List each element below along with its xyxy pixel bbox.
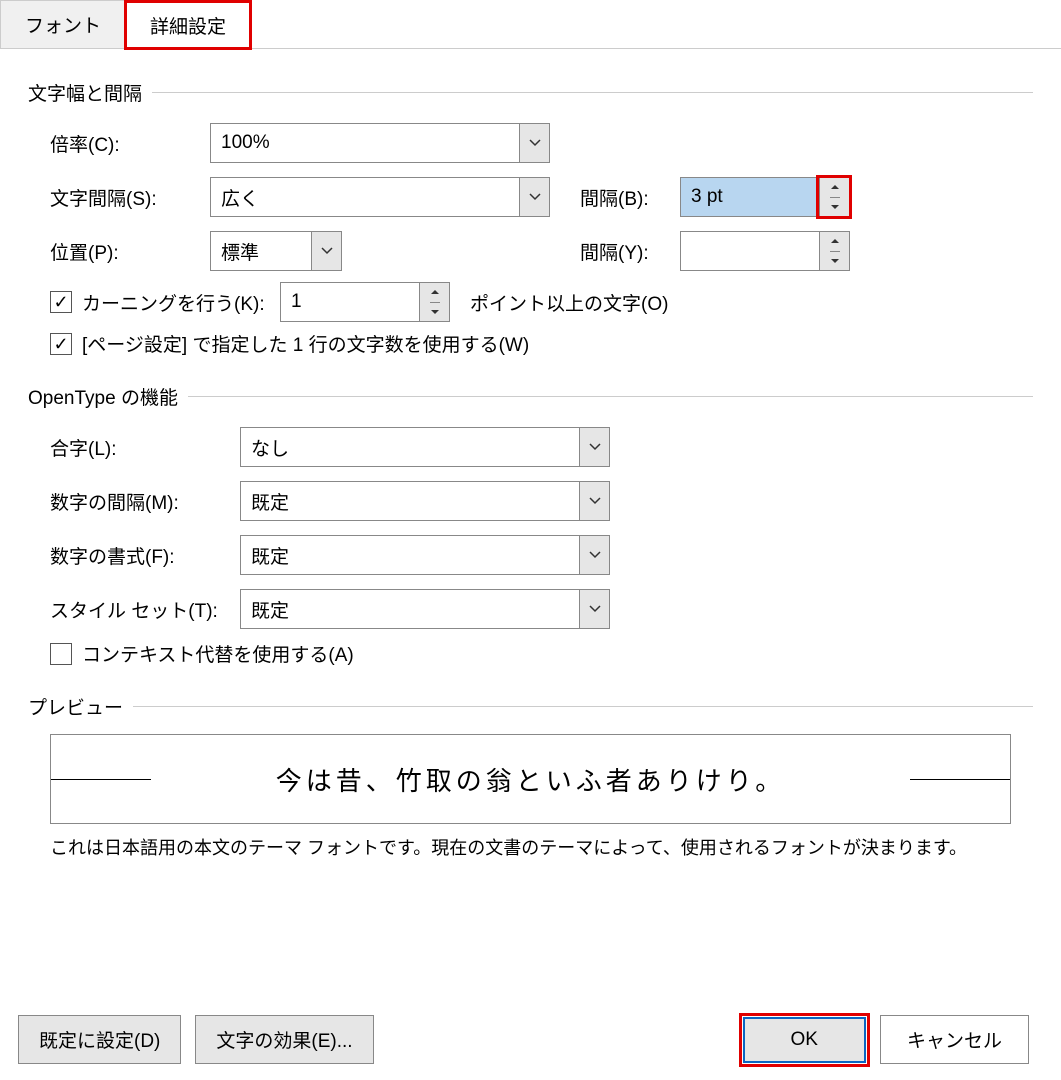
chevron-down-icon[interactable] [519, 178, 549, 216]
by-b-spinner[interactable]: 3 pt [680, 177, 850, 217]
position-label: 位置(P): [50, 238, 210, 265]
kerning-checkbox[interactable] [50, 291, 72, 313]
cancel-button[interactable]: キャンセル [880, 1015, 1029, 1064]
number-spacing-label: 数字の間隔(M): [50, 488, 240, 515]
spacing-combo[interactable]: 広く [210, 177, 550, 217]
number-form-combo[interactable]: 既定 [240, 535, 610, 575]
tab-advanced[interactable]: 詳細設定 [125, 1, 251, 49]
font-dialog: フォント 詳細設定 文字幅と間隔 倍率(C): 100% 文字間隔(S): 広く… [0, 0, 1061, 1080]
spinner-down-icon[interactable] [830, 198, 840, 217]
preview-box: 今は昔、竹取の翁といふ者ありけり。 [50, 734, 1011, 824]
ligatures-combo[interactable]: なし [240, 427, 610, 467]
scale-combo[interactable]: 100% [210, 123, 550, 163]
chevron-down-icon[interactable] [579, 428, 609, 466]
spinner-up-icon[interactable] [430, 283, 440, 303]
scale-value: 100% [211, 132, 519, 154]
preview-sample-text: 今は昔、竹取の翁といふ者ありけり。 [151, 761, 910, 798]
kerning-label: カーニングを行う(K): [82, 289, 280, 316]
group-preview-label: プレビュー [28, 693, 123, 720]
group-spacing-label: 文字幅と間隔 [28, 79, 142, 106]
by-y-spinner[interactable] [680, 231, 850, 271]
panel-advanced: 文字幅と間隔 倍率(C): 100% 文字間隔(S): 広く 間隔(B): 3 … [0, 49, 1061, 860]
chevron-down-icon[interactable] [579, 536, 609, 574]
number-spacing-value: 既定 [241, 488, 579, 515]
spinner-down-icon[interactable] [430, 303, 440, 322]
contextual-alt-label: コンテキスト代替を使用する(A) [82, 640, 354, 667]
position-value: 標準 [211, 238, 311, 265]
stylistic-set-value: 既定 [241, 596, 579, 623]
by-b-label: 間隔(B): [580, 184, 680, 211]
group-title-opentype: OpenType の機能 [28, 383, 1033, 410]
number-spacing-combo[interactable]: 既定 [240, 481, 610, 521]
tab-bar: フォント 詳細設定 [0, 0, 1061, 49]
grid-checkbox[interactable] [50, 333, 72, 355]
kerning-value[interactable]: 1 [281, 283, 419, 321]
chevron-down-icon[interactable] [579, 482, 609, 520]
number-form-value: 既定 [241, 542, 579, 569]
chevron-down-icon[interactable] [311, 232, 341, 270]
spinner-down-icon[interactable] [830, 252, 840, 271]
spinner-up-icon[interactable] [830, 232, 840, 252]
spacing-label: 文字間隔(S): [50, 184, 210, 211]
text-effects-button[interactable]: 文字の効果(E)... [195, 1015, 373, 1064]
ok-button[interactable]: OK [743, 1017, 866, 1063]
kerning-after-label: ポイント以上の文字(O) [470, 289, 668, 316]
by-b-value[interactable]: 3 pt [681, 178, 819, 216]
ligatures-value: なし [241, 434, 579, 461]
by-y-label: 間隔(Y): [580, 238, 680, 265]
set-default-button[interactable]: 既定に設定(D) [18, 1015, 181, 1064]
dialog-footer: 既定に設定(D) 文字の効果(E)... OK キャンセル [0, 1015, 1061, 1064]
spacing-value: 広く [211, 184, 519, 211]
kerning-spinner[interactable]: 1 [280, 282, 450, 322]
number-form-label: 数字の書式(F): [50, 542, 240, 569]
group-title-preview: プレビュー [28, 693, 1033, 720]
ligatures-label: 合字(L): [50, 434, 240, 461]
group-title-spacing: 文字幅と間隔 [28, 79, 1033, 106]
by-y-value[interactable] [681, 232, 819, 270]
preview-underline-right [910, 779, 1010, 780]
stylistic-set-combo[interactable]: 既定 [240, 589, 610, 629]
position-combo[interactable]: 標準 [210, 231, 342, 271]
tab-font[interactable]: フォント [0, 0, 126, 48]
stylistic-set-label: スタイル セット(T): [50, 596, 240, 623]
group-opentype-label: OpenType の機能 [28, 383, 178, 410]
chevron-down-icon[interactable] [579, 590, 609, 628]
scale-label: 倍率(C): [50, 130, 210, 157]
spinner-up-icon[interactable] [830, 178, 840, 198]
grid-label: [ページ設定] で指定した 1 行の文字数を使用する(W) [82, 330, 529, 357]
chevron-down-icon[interactable] [519, 124, 549, 162]
preview-description: これは日本語用の本文のテーマ フォントです。現在の文書のテーマによって、使用され… [50, 834, 1011, 860]
preview-underline-left [51, 779, 151, 780]
contextual-alt-checkbox[interactable] [50, 643, 72, 665]
